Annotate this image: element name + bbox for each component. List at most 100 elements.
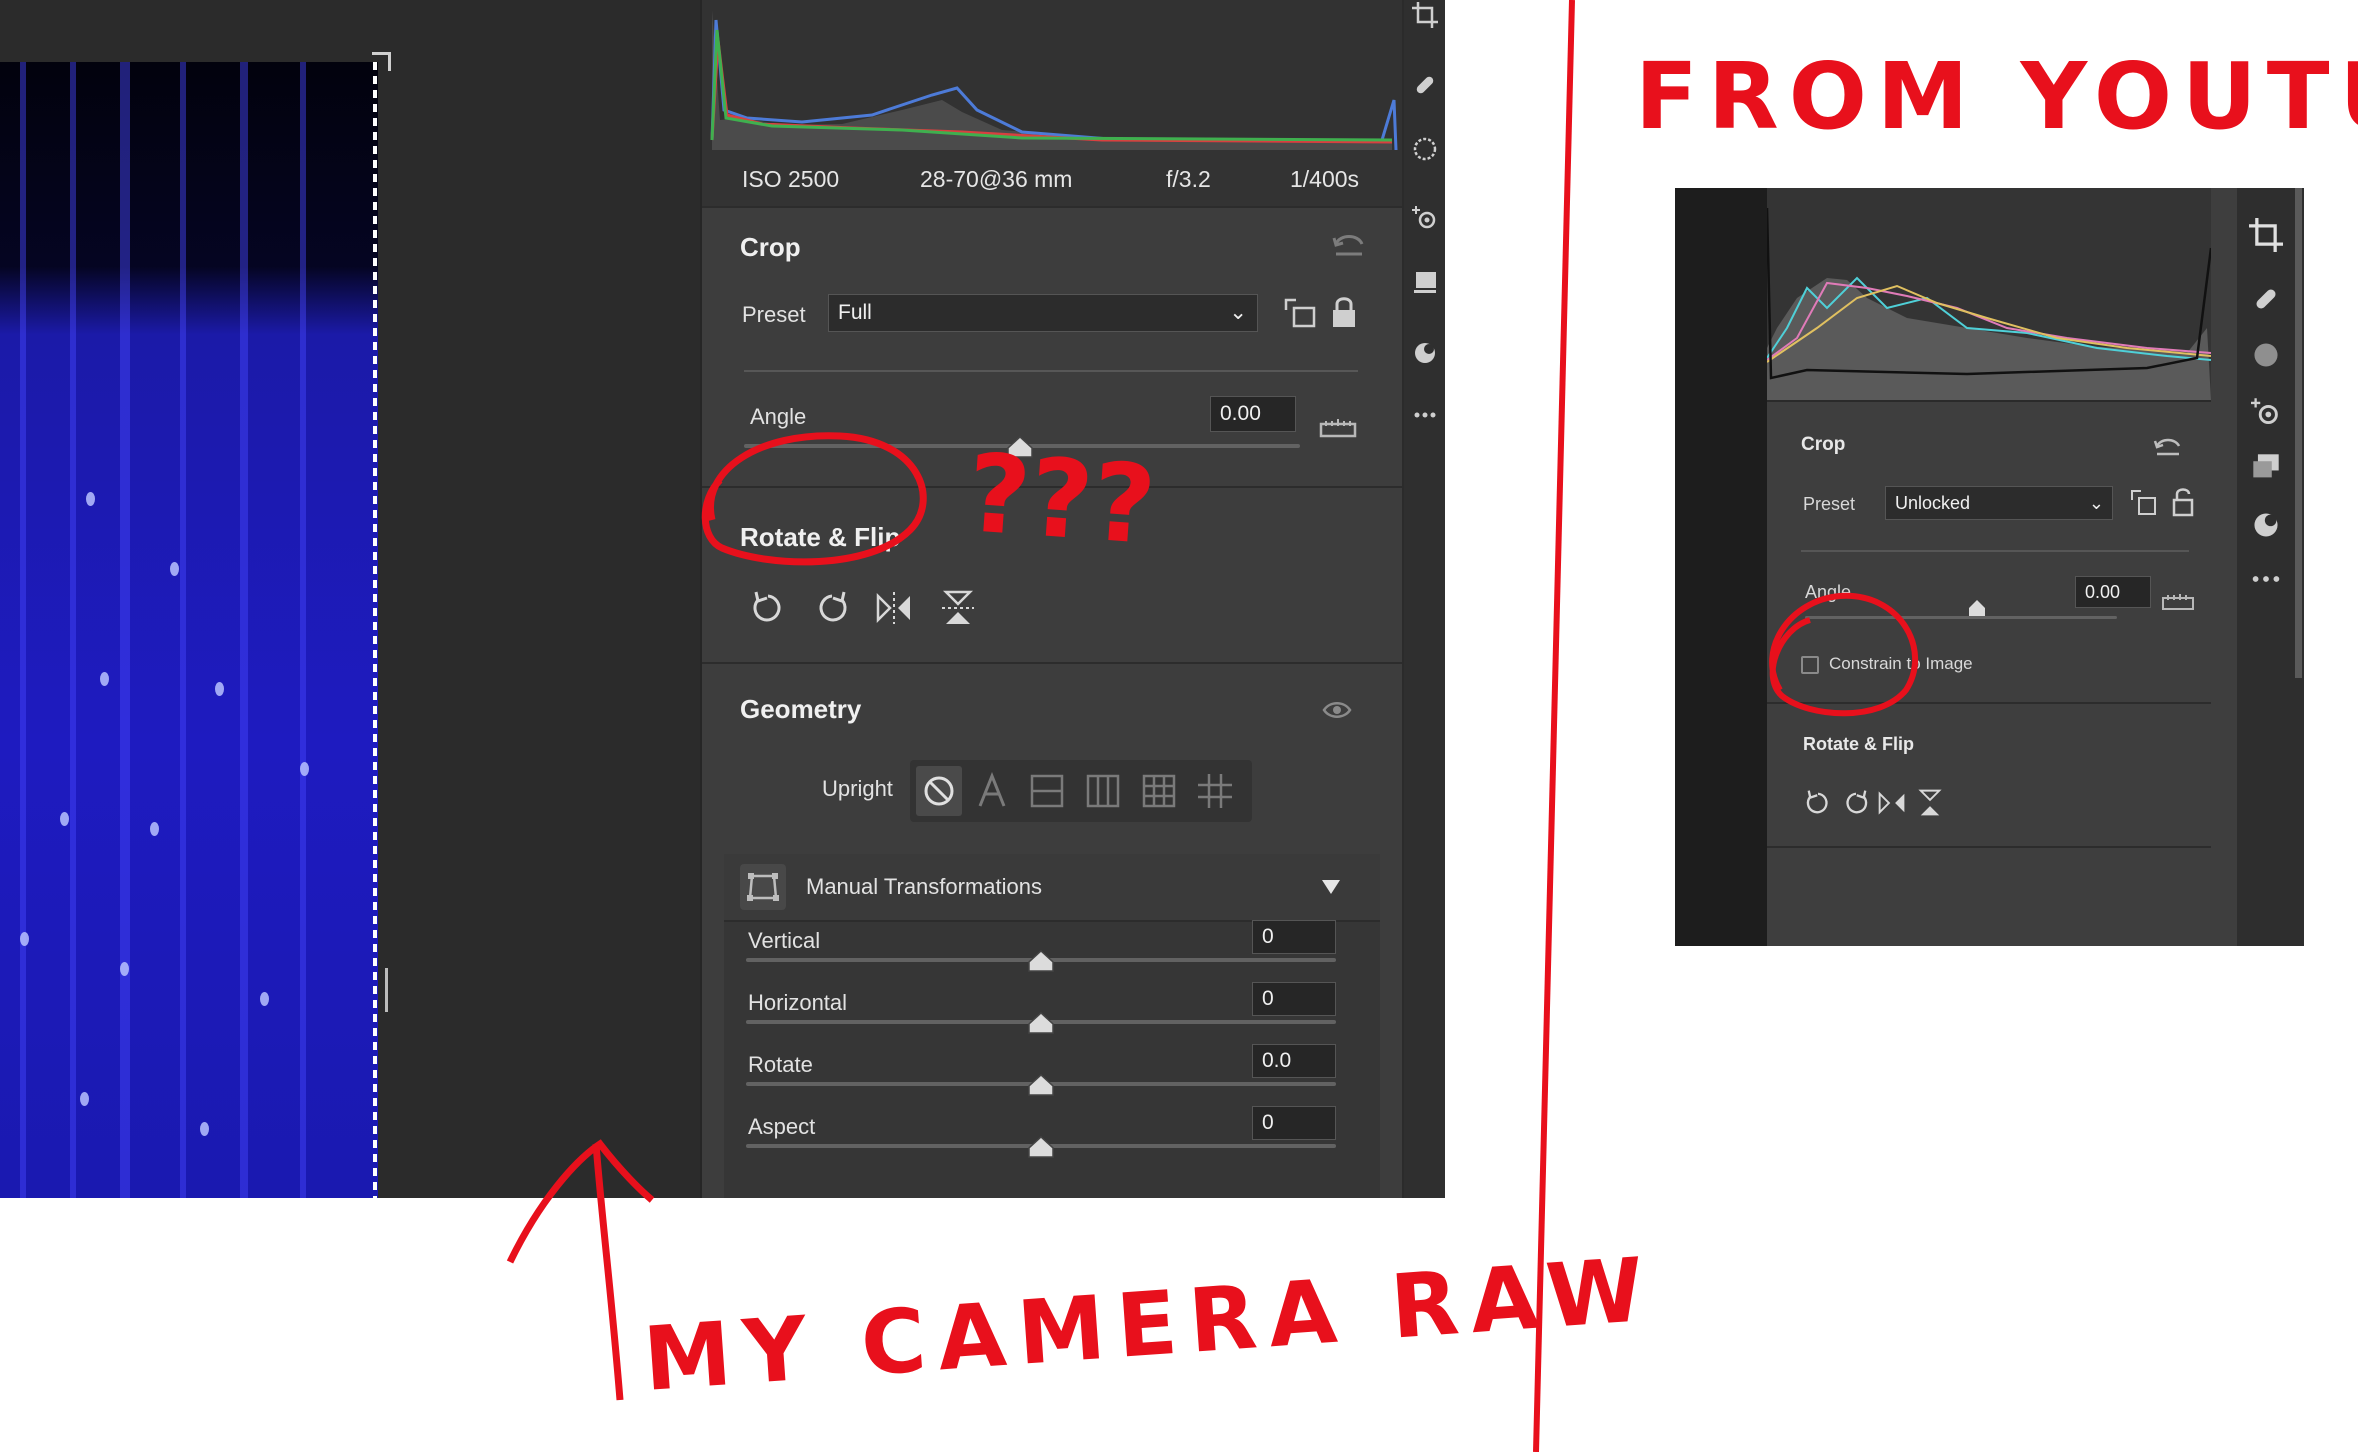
preset-dropdown[interactable]: Unlocked ⌄	[1885, 486, 2113, 520]
shutter-value: 1/400s	[1290, 166, 1360, 192]
chevron-down-icon: ⌄	[2088, 493, 2104, 513]
constrain-label: Constrain to Image	[1829, 654, 1973, 673]
upright-vertical-icon[interactable]	[1084, 772, 1122, 810]
crop-corner-handle[interactable]	[372, 52, 391, 71]
slider-value-field[interactable]: 0	[1252, 1106, 1336, 1140]
crop-border[interactable]	[373, 62, 377, 1198]
snapshots-icon[interactable]	[2251, 452, 2281, 482]
manual-transformations-title: Manual Transformations	[806, 874, 1042, 899]
masking-icon[interactable]	[2251, 340, 2281, 370]
triangle-down-icon	[1322, 880, 1340, 894]
upright-guided-icon[interactable]	[1196, 772, 1234, 810]
healing-brush-icon[interactable]	[2251, 284, 2281, 314]
lens-value: 28-70@36 mm	[920, 166, 1073, 192]
edit-panel: Crop Preset Unlocked ⌄ Angle 0.00 Constr…	[1767, 400, 2211, 946]
angle-label: Angle	[1805, 582, 1852, 602]
slider-label: Rotate	[748, 1052, 813, 1077]
crop-orientation-icon[interactable]	[1282, 296, 1318, 330]
my-camera-raw-screenshot: ISO 2500 28-70@36 mm f/3.2 1/400s Crop P…	[0, 0, 1445, 1198]
upright-level-icon[interactable]	[1028, 772, 1066, 810]
histogram	[702, 0, 1402, 150]
reset-icon[interactable]	[1332, 232, 1366, 258]
photo-preview	[0, 62, 378, 1198]
histogram	[1767, 188, 2211, 400]
crop-title: Crop	[1801, 434, 1846, 455]
crop-tool-icon[interactable]	[2249, 218, 2283, 252]
more-options-icon[interactable]	[1412, 402, 1438, 428]
chevron-down-icon: ⌄	[1229, 301, 1247, 324]
preset-value: Full	[838, 301, 872, 324]
more-options-icon[interactable]	[2251, 572, 2281, 586]
my-camera-raw-label: MY CAMERA RAW	[640, 1237, 1659, 1410]
slider-value-field[interactable]: 0	[1252, 982, 1336, 1016]
crop-side-handle[interactable]	[385, 968, 388, 1012]
tool-strip	[1404, 0, 1445, 1198]
straighten-tool-icon[interactable]	[2161, 590, 2195, 612]
red-eye-icon[interactable]	[1412, 204, 1438, 230]
transform-icon	[740, 864, 786, 910]
slider-value-field[interactable]: 0	[1252, 920, 1336, 954]
geometry-section: Geometry Upright Manual Transformations …	[702, 662, 1402, 1198]
masking-icon[interactable]	[1412, 136, 1438, 162]
angle-field[interactable]: 0.00	[1210, 396, 1296, 432]
edit-panel: ISO 2500 28-70@36 mm f/3.2 1/400s Crop P…	[700, 0, 1402, 1198]
rotate-right-icon[interactable]	[1839, 786, 1873, 820]
geometry-title: Geometry	[740, 694, 862, 724]
no-symbol-icon	[924, 776, 954, 806]
presets-icon[interactable]	[1412, 340, 1438, 366]
tool-strip	[2237, 188, 2304, 946]
presets-icon[interactable]	[2251, 510, 2281, 540]
unlock-icon[interactable]	[2171, 486, 2195, 518]
aperture-value: f/3.2	[1166, 166, 1211, 192]
slider-label: Horizontal	[748, 990, 848, 1015]
rotate-right-icon[interactable]	[810, 586, 854, 630]
image-canvas	[1675, 188, 1767, 946]
straighten-tool-icon[interactable]	[1318, 414, 1358, 440]
reset-icon[interactable]	[2153, 436, 2183, 458]
camera-metadata-row: ISO 2500 28-70@36 mm f/3.2 1/400s	[702, 150, 1402, 206]
rotate-left-icon[interactable]	[1801, 786, 1835, 820]
crop-orientation-icon[interactable]	[2129, 488, 2159, 518]
flip-vertical-icon[interactable]	[936, 586, 980, 630]
rotate-left-icon[interactable]	[746, 586, 790, 630]
preset-label: Preset	[1803, 494, 1856, 514]
flip-vertical-icon[interactable]	[1913, 786, 1947, 820]
lock-icon[interactable]	[1330, 294, 1358, 330]
eye-icon[interactable]	[1322, 700, 1352, 720]
snapshots-icon[interactable]	[1412, 270, 1438, 296]
divider	[1801, 550, 2189, 552]
upright-auto-icon[interactable]	[974, 772, 1010, 810]
constrain-checkbox[interactable]	[1801, 656, 1819, 674]
slider-label: Vertical	[748, 928, 821, 953]
upright-buttons	[910, 760, 1252, 822]
flip-horizontal-icon[interactable]	[872, 586, 916, 630]
slider-value-field[interactable]: 0.0	[1252, 1044, 1336, 1078]
angle-field[interactable]: 0.00	[2075, 576, 2151, 608]
crop-tool-icon[interactable]	[1412, 2, 1438, 28]
rotate-flip-title: Rotate & Flip	[1803, 734, 1914, 754]
manual-transformations-header[interactable]: Manual Transformations	[724, 854, 1380, 922]
upright-label: Upright	[822, 776, 893, 801]
divider	[1767, 702, 2211, 704]
healing-brush-icon[interactable]	[1412, 72, 1438, 98]
preset-value: Unlocked	[1895, 493, 1971, 513]
red-eye-icon[interactable]	[2251, 396, 2281, 426]
divider	[744, 370, 1358, 372]
from-youtube-label: FROM YOUTUBE	[1635, 43, 2358, 150]
upright-off-button[interactable]	[916, 766, 962, 816]
angle-slider[interactable]	[1805, 616, 2117, 619]
rotate-flip-title: Rotate & Flip	[740, 522, 901, 552]
preset-label: Preset	[742, 302, 806, 327]
preset-dropdown[interactable]: Full ⌄	[828, 294, 1258, 332]
manual-transformations-panel: Manual Transformations Vertical 0 Horizont…	[724, 854, 1380, 1198]
angle-label: Angle	[750, 404, 807, 429]
image-canvas[interactable]	[0, 0, 700, 1198]
iso-value: ISO 2500	[742, 166, 840, 192]
upright-full-icon[interactable]	[1140, 772, 1178, 810]
scrollbar[interactable]	[2295, 188, 2302, 678]
crop-title: Crop	[740, 232, 801, 262]
crop-section: Crop Preset Full ⌄ Angle 0.00	[702, 206, 1402, 488]
divider-line	[1533, 0, 1575, 1452]
flip-horizontal-icon[interactable]	[1875, 786, 1909, 820]
youtube-camera-raw-screenshot: Crop Preset Unlocked ⌄ Angle 0.00 Constr…	[1675, 188, 2304, 946]
